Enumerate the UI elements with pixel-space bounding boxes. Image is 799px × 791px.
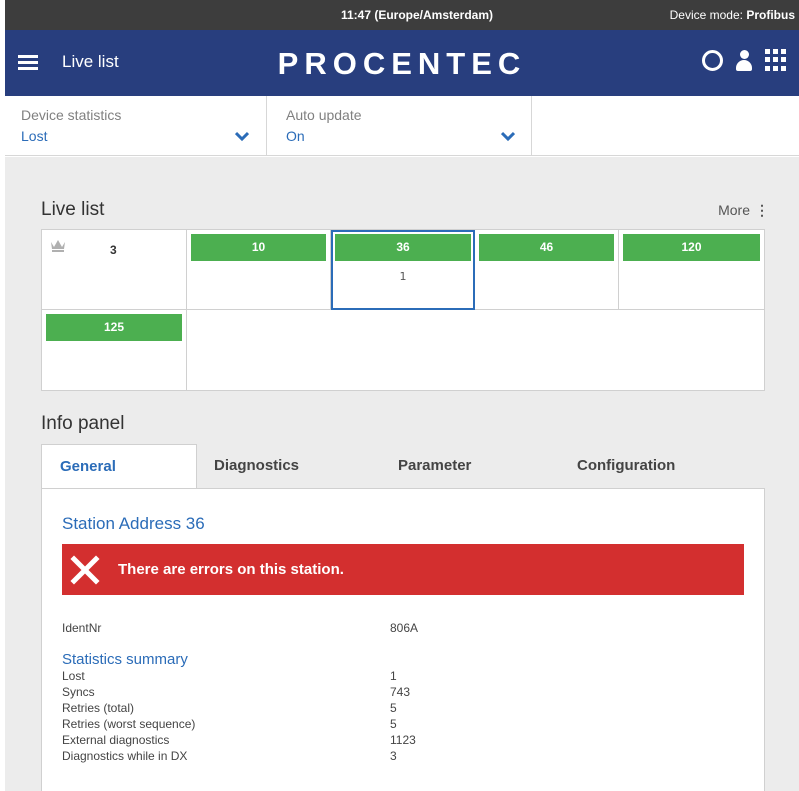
info-panel-tabs: General Diagnostics Parameter Configurat…	[41, 444, 765, 488]
crown-icon	[51, 240, 65, 252]
more-label: More	[718, 202, 750, 218]
apps-grid-icon[interactable]	[765, 49, 787, 71]
chevron-down-icon	[235, 131, 249, 142]
device-statistics-value: Lost	[21, 128, 48, 144]
station-title: Station Address 36	[62, 514, 205, 533]
station-cell[interactable]: 120	[619, 230, 764, 310]
refresh-icon[interactable]	[702, 49, 723, 71]
stat-label: External diagnostics	[62, 733, 170, 747]
master-cell[interactable]: 3	[42, 230, 187, 310]
stat-label: Syncs	[62, 685, 95, 699]
chevron-down-icon	[501, 131, 515, 142]
close-x-icon	[70, 555, 100, 585]
auto-update-label: Auto update	[286, 107, 362, 123]
statistics-summary-heading: Statistics summary	[62, 651, 188, 668]
stat-value: 1	[390, 669, 397, 683]
master-address: 3	[110, 243, 117, 257]
app-header: Live list PROCENTEC	[5, 30, 799, 96]
station-address-badge: 10	[191, 234, 326, 261]
stat-row: Retries (worst sequence) 5	[62, 717, 662, 731]
station-cell[interactable]: 125	[42, 310, 187, 390]
stat-label: Lost	[62, 669, 85, 683]
info-panel-heading: Info panel	[41, 413, 125, 434]
info-panel-body: Station Address 36 There are errors on t…	[41, 488, 765, 791]
station-address-badge: 120	[623, 234, 760, 261]
station-lost-count: 1	[399, 270, 407, 283]
error-message: There are errors on this station.	[118, 561, 344, 578]
more-menu-button[interactable]: More ⋮	[718, 202, 769, 219]
live-list-heading: Live list	[41, 199, 105, 220]
user-icon[interactable]	[736, 49, 752, 71]
device-mode-value: Profibus	[746, 8, 795, 22]
error-alert: There are errors on this station.	[62, 544, 744, 595]
device-mode-label: Device mode:	[669, 8, 743, 22]
station-cell-selected[interactable]: 36 1	[331, 230, 475, 310]
filter-bar: Device statistics Lost Auto update On	[5, 96, 799, 156]
main-content: Live list More ⋮ 3 10 36 1 46 120 125 Inf…	[5, 157, 799, 791]
identnr-label: IdentNr	[62, 621, 102, 635]
station-cell[interactable]: 46	[475, 230, 619, 310]
auto-update-value: On	[286, 128, 305, 144]
tab-configuration[interactable]: Configuration	[577, 444, 675, 488]
stat-value: 3	[390, 749, 397, 763]
stat-row: Retries (total) 5	[62, 701, 662, 715]
status-bar: 11:47 (Europe/Amsterdam) Device mode: Pr…	[5, 0, 799, 30]
stat-row: Syncs 743	[62, 685, 662, 699]
device-statistics-label: Device statistics	[21, 107, 122, 123]
stat-label: Retries (worst sequence)	[62, 717, 196, 731]
stat-row: Diagnostics while in DX 3	[62, 749, 662, 763]
station-address-badge: 36	[335, 234, 471, 261]
tab-general[interactable]: General	[41, 444, 197, 488]
stat-row: External diagnostics 1123	[62, 733, 662, 747]
stat-value: 5	[390, 717, 397, 731]
kebab-icon: ⋮	[755, 202, 769, 218]
device-statistics-dropdown[interactable]: Device statistics Lost	[5, 96, 267, 156]
device-mode: Device mode: Profibus	[670, 0, 795, 30]
stat-value: 743	[390, 685, 411, 699]
auto-update-dropdown[interactable]: Auto update On	[267, 96, 532, 156]
stat-value: 1123	[390, 733, 416, 747]
stat-label: Diagnostics while in DX	[62, 749, 188, 763]
station-address-badge: 46	[479, 234, 614, 261]
tab-parameter[interactable]: Parameter	[398, 444, 471, 488]
tab-diagnostics[interactable]: Diagnostics	[214, 444, 299, 488]
station-cell[interactable]: 10	[187, 230, 331, 310]
station-address-badge: 125	[46, 314, 182, 341]
stat-row: Lost 1	[62, 669, 662, 683]
stat-value: 5	[390, 701, 397, 715]
stat-label: Retries (total)	[62, 701, 135, 715]
identnr-value: 806A	[390, 621, 419, 635]
brand-logo: PROCENTEC	[277, 46, 527, 81]
live-list-grid: 3 10 36 1 46 120 125	[41, 229, 765, 391]
